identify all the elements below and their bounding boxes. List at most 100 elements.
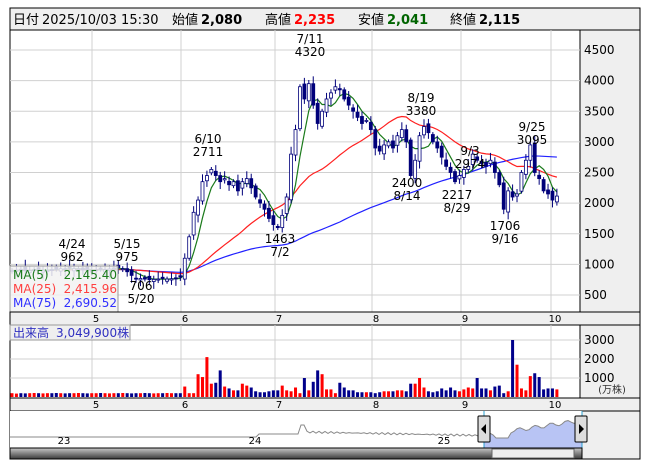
candle-up xyxy=(222,178,227,181)
month-label-top: 8 xyxy=(373,314,379,325)
month-axis-bottom xyxy=(9,397,641,412)
annotation-top: 1706 xyxy=(490,219,521,233)
volume-bar-up xyxy=(320,374,324,397)
volume-bar-down xyxy=(356,392,360,397)
volume-bar-down xyxy=(440,388,444,397)
volume-bar-down xyxy=(23,393,27,397)
month-label-top: 5 xyxy=(93,314,99,325)
candle-up xyxy=(329,92,333,99)
candle-up xyxy=(244,178,249,184)
month-label-bottom: 8 xyxy=(373,400,379,411)
navigator-left-handle[interactable] xyxy=(477,415,491,443)
volume-bar-up xyxy=(90,393,94,397)
volume-bar-up xyxy=(232,390,235,397)
candle-up xyxy=(151,278,156,282)
month-label-top: 10 xyxy=(549,314,562,325)
volume-bar-up xyxy=(307,390,311,397)
volume-bar-down xyxy=(147,393,151,397)
nav-year-25: 25 xyxy=(438,436,451,447)
volume-bar-up xyxy=(103,393,107,397)
volume-bar-down xyxy=(116,393,120,397)
candle-up xyxy=(187,236,192,259)
volume-bar-up xyxy=(506,391,510,397)
candle-down xyxy=(377,145,382,152)
scrollbar-thumb[interactable] xyxy=(491,448,575,459)
price-tick-label: 1500 xyxy=(584,227,615,241)
candle-up xyxy=(284,196,289,214)
price-tick-label: 4500 xyxy=(584,43,615,57)
candle-down xyxy=(501,182,506,210)
annotation-bottom: 7/2 xyxy=(270,245,289,259)
volume-bar-down xyxy=(484,388,488,397)
volume-bar-up xyxy=(418,378,422,397)
volume-bar-up xyxy=(121,393,125,397)
candle-up xyxy=(364,120,369,122)
volume-bar-up xyxy=(165,393,169,397)
open-value: 2,080 xyxy=(201,13,242,28)
volume-bar-down xyxy=(347,390,351,397)
candle-down xyxy=(532,142,537,173)
navigator-right-handle[interactable] xyxy=(574,415,588,443)
candle-down xyxy=(435,141,440,149)
volume-bar-down xyxy=(431,392,435,397)
volume-bar-down xyxy=(81,393,85,397)
date-label: 日付 xyxy=(13,13,39,28)
volume-bar-down xyxy=(311,381,315,397)
volume-bar-up xyxy=(519,388,523,397)
volume-bar-up xyxy=(387,391,391,397)
candle-up xyxy=(293,129,298,156)
volume-bar-up xyxy=(457,391,461,397)
volume-bar-down xyxy=(453,390,457,397)
candle-up xyxy=(528,144,533,161)
volume-bar-up xyxy=(382,391,386,397)
candle-up xyxy=(320,110,325,127)
annotation-top: 1463 xyxy=(265,232,296,246)
volume-bar-up xyxy=(156,393,160,397)
volume-bar-down xyxy=(351,390,355,397)
annotation-bottom: 975 xyxy=(116,250,139,264)
volume-bar-down xyxy=(338,382,342,397)
candle-up xyxy=(196,199,200,216)
volume-bar-down xyxy=(435,391,439,397)
volume-bar-down xyxy=(480,388,484,397)
volume-bar-down xyxy=(360,392,364,397)
annotation-top: 2217 xyxy=(442,188,473,202)
candle-up xyxy=(399,129,404,138)
volume-bar-up xyxy=(413,383,417,397)
volume-bar-down xyxy=(404,391,408,397)
volume-bar-down xyxy=(537,377,541,397)
volume-bar-down xyxy=(68,393,72,397)
volume-bar-up xyxy=(76,393,80,397)
volume-bar-up xyxy=(400,390,404,397)
candle-down xyxy=(125,268,130,273)
candle-down xyxy=(227,180,231,186)
month-label-bottom: 6 xyxy=(182,400,188,411)
volume-bar-up xyxy=(280,385,284,397)
date-value: 2025/10/03 15:30 xyxy=(42,13,159,28)
candle-up xyxy=(289,153,293,201)
volume-bar-down xyxy=(550,388,554,397)
chart-canvas[interactable]: 日付 2025/10/03 15:30 始値 2,080 高値 2,235 安値… xyxy=(0,0,653,470)
volume-tick-label: 3000 xyxy=(584,333,615,347)
volume-bar-up xyxy=(289,391,293,397)
volume-bar-up xyxy=(488,390,492,397)
candle-up xyxy=(240,181,245,189)
low-value: 2,041 xyxy=(387,13,428,28)
volume-bar-down xyxy=(249,387,253,397)
candle-down xyxy=(360,116,364,124)
price-tick-label: 500 xyxy=(584,288,607,302)
candle-up xyxy=(333,86,338,91)
volume-bar-down xyxy=(542,389,546,397)
annotation-bottom: 4320 xyxy=(295,45,326,59)
candle-down xyxy=(351,107,356,112)
volume-bar-down xyxy=(218,370,222,397)
volume-bar-down xyxy=(37,393,41,397)
volume-bar-up xyxy=(422,387,426,397)
volume-bar-up xyxy=(466,387,470,397)
candle-down xyxy=(408,139,413,176)
volume-bar-down xyxy=(391,391,395,397)
annotation-bottom: 8/29 xyxy=(444,201,471,215)
month-label-top: 6 xyxy=(182,314,188,325)
volume-bar-down xyxy=(161,393,165,397)
candle-up xyxy=(324,98,329,113)
